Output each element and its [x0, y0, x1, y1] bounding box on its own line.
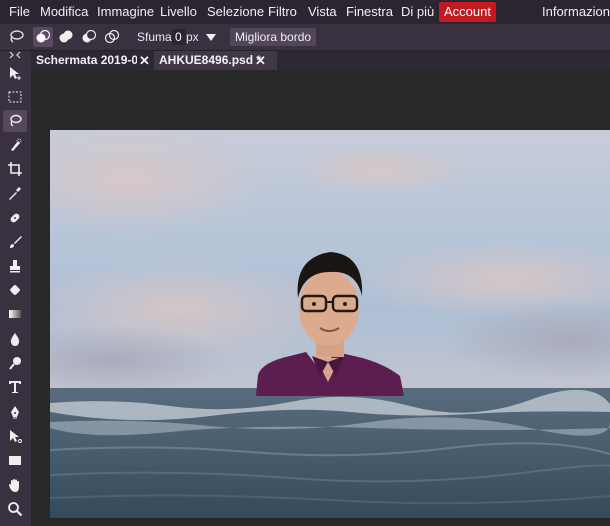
close-tab-ahkue8496-icon[interactable]: ✕ [255, 51, 266, 70]
document-canvas[interactable] [50, 130, 610, 518]
account-button[interactable]: Account [439, 2, 496, 22]
menu-file[interactable]: File [9, 0, 30, 24]
menu-filtro[interactable]: Filtro [268, 0, 297, 24]
menu-livello[interactable]: Livello [160, 0, 197, 24]
menu-informazioni[interactable]: Informazioni [542, 0, 610, 24]
close-tab-schermata-icon[interactable]: ✕ [139, 51, 150, 70]
zoom-tool-icon[interactable] [3, 498, 27, 520]
new-selection-icon[interactable] [33, 27, 53, 47]
crop-tool-icon[interactable] [3, 158, 27, 180]
spot-heal-tool-icon[interactable] [3, 207, 27, 229]
marquee-tool-icon[interactable] [3, 86, 27, 108]
shape-tool-icon[interactable] [3, 449, 27, 471]
feather-unit: px [186, 30, 199, 44]
path-select-tool-icon[interactable] [3, 425, 27, 447]
menu-vista[interactable]: Vista [308, 0, 337, 24]
blur-tool-icon[interactable] [3, 328, 27, 350]
lasso-options-icon[interactable] [6, 27, 26, 47]
pen-tool-icon[interactable] [3, 401, 27, 423]
refine-edge-button[interactable]: Migliora bordo [230, 28, 317, 46]
unit-dropdown-icon[interactable] [204, 28, 224, 48]
menu-bar: File Modifica Immagine Livello Selezione… [0, 0, 610, 24]
feather-input[interactable]: 0 [172, 29, 186, 45]
gradient-tool-icon[interactable] [3, 303, 27, 325]
tool-panel [0, 51, 31, 526]
type-tool-icon[interactable] [3, 376, 27, 398]
menu-finestra[interactable]: Finestra [346, 0, 393, 24]
menu-modifica[interactable]: Modifica [40, 0, 88, 24]
lasso-tool-icon[interactable] [3, 110, 27, 132]
hand-tool-icon[interactable] [3, 474, 27, 496]
menu-selezione[interactable]: Selezione [207, 0, 264, 24]
feather-label: Sfuma: [137, 30, 176, 44]
dodge-tool-icon[interactable] [3, 352, 27, 374]
eyedropper-tool-icon[interactable] [3, 182, 27, 204]
clone-stamp-tool-icon[interactable] [3, 255, 27, 277]
brush-tool-icon[interactable] [3, 231, 27, 253]
quick-select-tool-icon[interactable] [3, 134, 27, 156]
eraser-tool-icon[interactable] [3, 279, 27, 301]
collapse-panel-icon[interactable] [3, 51, 27, 59]
tab-schermata[interactable]: Schermata 2019-08 [31, 51, 137, 70]
canvas-image [50, 130, 610, 518]
add-selection-icon[interactable] [56, 27, 76, 47]
menu-immagine[interactable]: Immagine [97, 0, 154, 24]
intersect-selection-icon[interactable] [102, 27, 122, 47]
menu-di-piu[interactable]: Di più [401, 0, 434, 24]
options-bar: Sfuma: 0 px Migliora bordo [0, 24, 610, 51]
subtract-selection-icon[interactable] [79, 27, 99, 47]
document-tab-bar: Schermata 2019-08 ✕ AHKUE8496.psd * ✕ [31, 51, 610, 70]
move-tool-icon[interactable] [3, 62, 27, 84]
